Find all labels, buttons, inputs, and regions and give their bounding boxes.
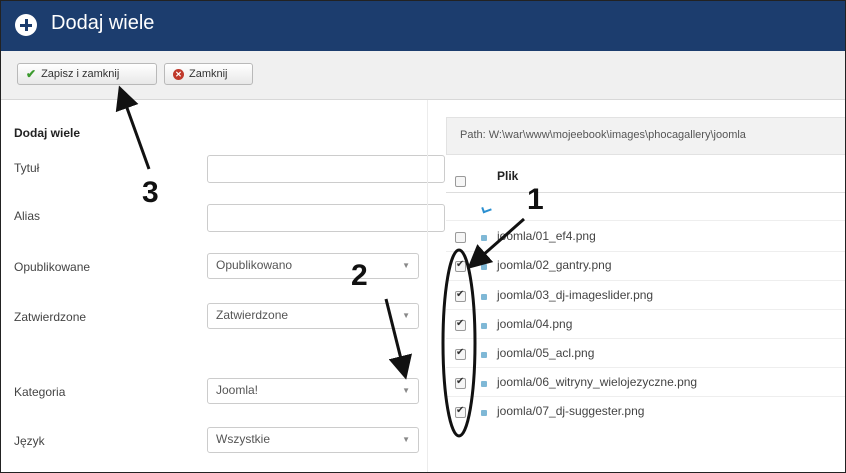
selection-ellipse xyxy=(441,248,477,438)
arrow-3 xyxy=(115,85,151,170)
annotation-number-1: 1 xyxy=(527,183,544,216)
annotation-number-3: 3 xyxy=(142,176,159,209)
window: Dodaj wiele ✔ Zapisz i zamknij ✕ Zamknij… xyxy=(0,0,846,473)
annotation-number-2: 2 xyxy=(351,259,368,292)
arrow-1 xyxy=(467,217,525,269)
arrow-2 xyxy=(384,298,413,380)
annotation-overlay xyxy=(115,85,525,438)
